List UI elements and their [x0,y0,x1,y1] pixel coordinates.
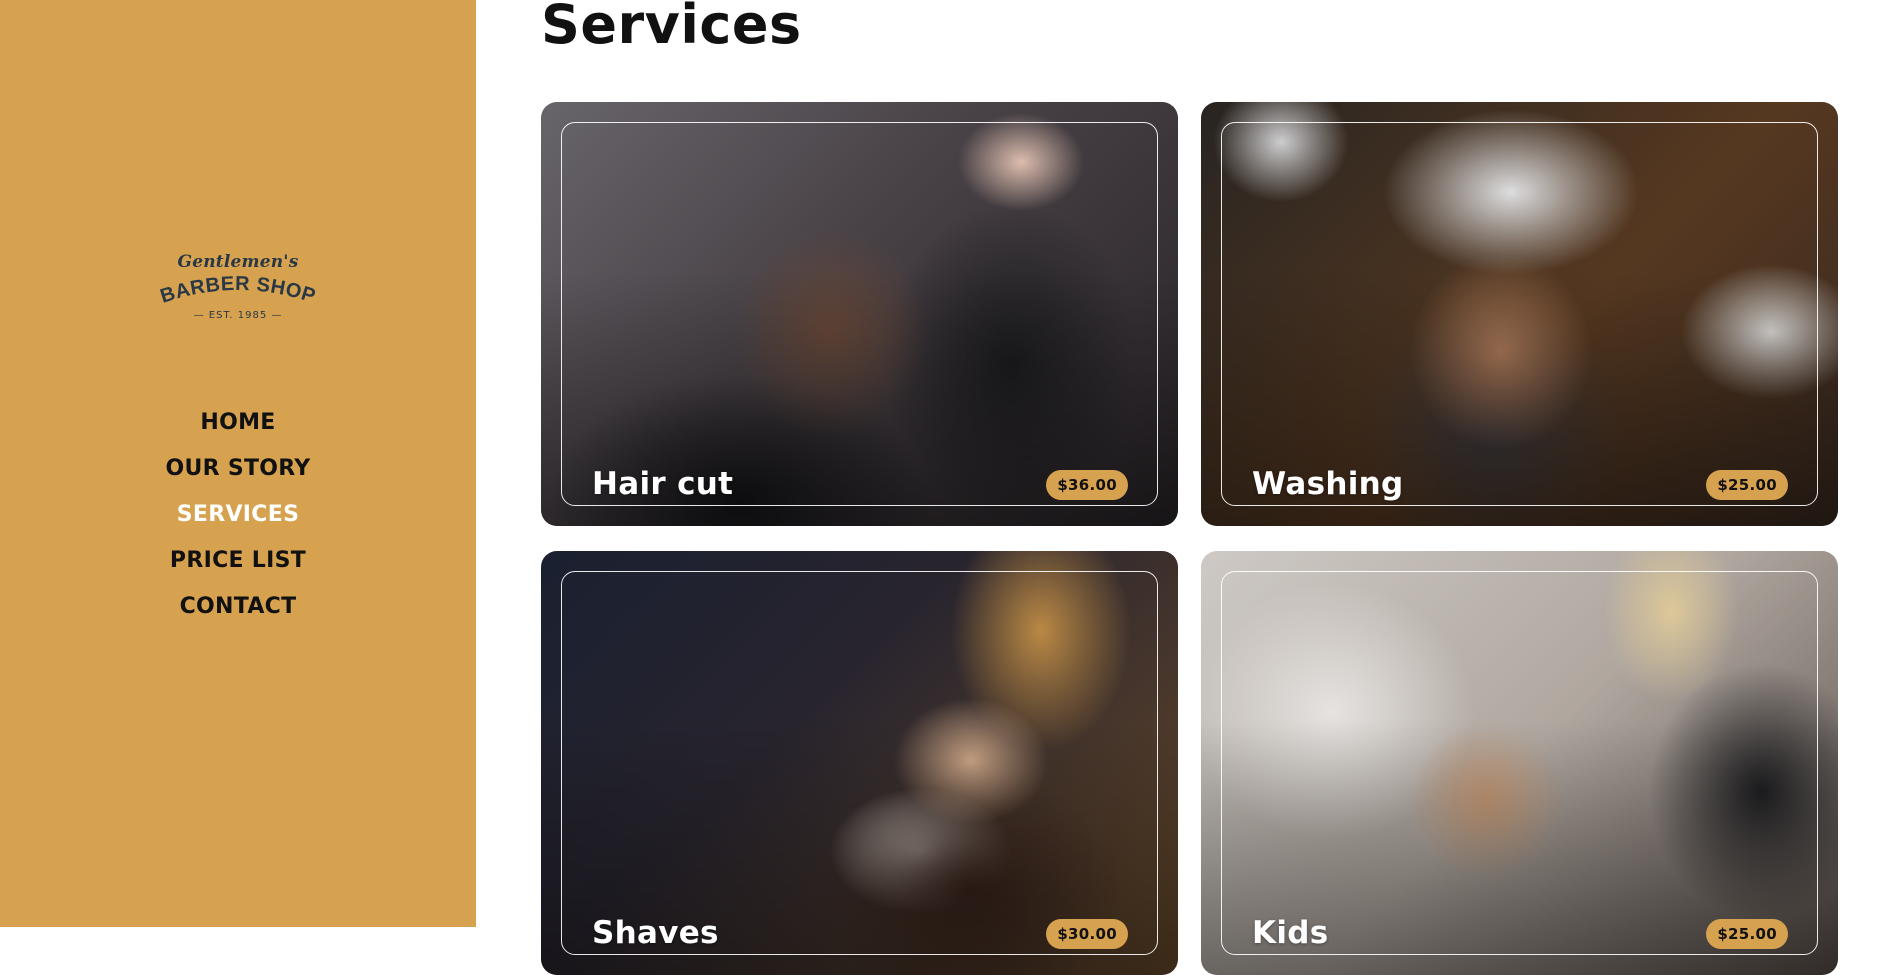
service-card-shaves[interactable]: Shaves $30.00 [541,551,1178,975]
card-frame [1221,571,1818,955]
card-frame [1221,122,1818,506]
svg-text:BARBER SHOP: BARBER SHOP [160,273,316,308]
service-name: Hair cut [592,466,734,502]
price-badge: $25.00 [1706,919,1788,949]
logo-arched-wordmark: BARBER SHOP [160,273,316,308]
logo-main-text: BARBER SHOP [160,273,316,308]
service-name: Kids [1252,915,1329,951]
sidebar: Gentlemen's BARBER SHOP — EST. 1985 — HO… [0,0,476,927]
price-badge: $36.00 [1046,470,1128,500]
card-frame [561,571,1158,955]
service-card-hair-cut[interactable]: Hair cut $36.00 [541,102,1178,526]
nav-item-price-list[interactable]: PRICE LIST [170,538,306,584]
page-title: Services [541,0,802,56]
nav-item-home[interactable]: HOME [200,400,275,446]
barber-shop-logo[interactable]: Gentlemen's BARBER SHOP — EST. 1985 — [160,252,316,328]
price-badge: $25.00 [1706,470,1788,500]
service-name: Shaves [592,915,719,951]
logo-est-text: — EST. 1985 — [193,310,283,321]
main-content: Services Hair cut $36.00 Washing $25.00 … [476,0,1903,975]
main-nav: HOME OUR STORY SERVICES PRICE LIST CONTA… [0,400,476,630]
service-card-washing[interactable]: Washing $25.00 [1201,102,1838,526]
nav-item-our-story[interactable]: OUR STORY [165,446,310,492]
card-frame [561,122,1158,506]
logo-script-text: Gentlemen's [177,252,299,272]
price-badge: $30.00 [1046,919,1128,949]
service-card-kids[interactable]: Kids $25.00 [1201,551,1838,975]
nav-item-contact[interactable]: CONTACT [180,584,297,630]
nav-item-services[interactable]: SERVICES [177,492,299,538]
service-name: Washing [1252,466,1404,502]
